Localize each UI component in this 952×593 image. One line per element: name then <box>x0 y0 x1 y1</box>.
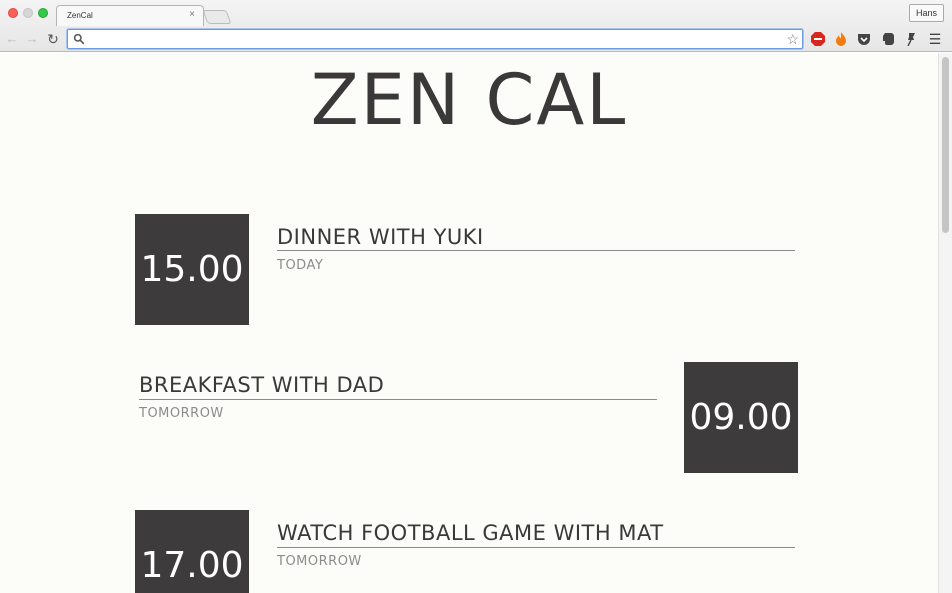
tab-close-icon[interactable]: × <box>189 9 195 20</box>
event-divider <box>139 399 657 400</box>
event-time-box[interactable]: 09.00 <box>684 362 798 473</box>
event-time-box[interactable]: 15.00 <box>135 214 249 325</box>
evernote-icon[interactable] <box>880 31 896 47</box>
tab-strip: ZenCal × Hans <box>0 0 952 26</box>
browser-toolbar: ← → ↻ ☆ ☰ <box>0 26 952 52</box>
profile-button[interactable]: Hans <box>908 4 944 22</box>
fire-icon[interactable] <box>833 31 849 47</box>
reload-icon[interactable]: ↻ <box>45 31 61 47</box>
search-icon <box>73 33 85 45</box>
new-tab-button[interactable] <box>202 10 232 24</box>
event-time-box[interactable]: 17.00 <box>135 510 249 593</box>
bookmark-star-icon[interactable]: ☆ <box>786 31 799 47</box>
close-window-button[interactable] <box>8 8 18 18</box>
pin-icon[interactable] <box>903 31 919 47</box>
event-divider <box>277 547 795 548</box>
minimize-window-button[interactable] <box>23 8 33 18</box>
page-scrollbar[interactable] <box>938 53 952 593</box>
event-title[interactable]: BREAKFAST WITH DAD <box>139 373 384 397</box>
back-arrow-icon[interactable]: ← <box>4 31 20 47</box>
page-viewport: ZEN CAL 15.00 DINNER WITH YUKI TODAY BRE… <box>0 53 938 593</box>
maximize-window-button[interactable] <box>38 8 48 18</box>
event-divider <box>277 250 795 251</box>
tab-zencal[interactable]: ZenCal × <box>56 5 204 26</box>
address-bar[interactable]: ☆ <box>67 29 803 49</box>
event-title[interactable]: DINNER WITH YUKI <box>277 225 484 249</box>
event-day: TOMORROW <box>277 554 362 569</box>
forward-arrow-icon[interactable]: → <box>24 31 40 47</box>
pocket-icon[interactable] <box>856 31 872 47</box>
event-day: TOMORROW <box>139 406 224 421</box>
event-day: TODAY <box>277 258 324 273</box>
page-title: ZEN CAL <box>310 59 628 141</box>
event-title[interactable]: WATCH FOOTBALL GAME WITH MAT <box>277 521 664 545</box>
menu-icon[interactable]: ☰ <box>927 31 943 47</box>
scrollbar-thumb[interactable] <box>942 57 949 233</box>
address-input[interactable] <box>88 31 778 47</box>
adblock-icon[interactable] <box>810 31 826 47</box>
browser-chrome: ZenCal × Hans ← → ↻ ☆ ☰ <box>0 0 952 52</box>
tab-title: ZenCal <box>67 11 93 20</box>
